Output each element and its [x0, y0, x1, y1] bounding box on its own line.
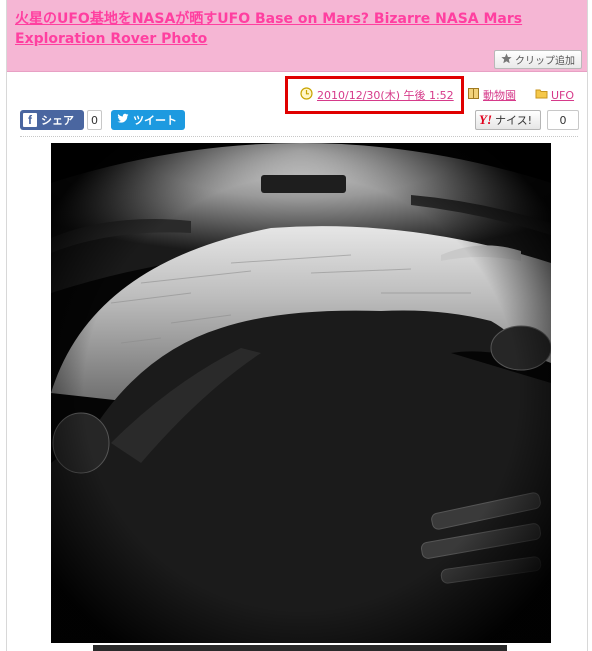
facebook-share-label: シェア	[41, 114, 74, 127]
folder-icon	[535, 87, 548, 103]
facebook-share-count: 0	[87, 110, 102, 130]
share-bar: f シェア 0 ツイート Y! ナイス! 0	[7, 110, 587, 132]
twitter-bird-icon	[117, 113, 129, 127]
divider	[20, 136, 578, 137]
category-link-ufo[interactable]: UFO	[551, 89, 574, 102]
yahoo-nice-label: ナイス!	[495, 114, 533, 127]
mars-rover-photo[interactable]	[51, 143, 551, 643]
yahoo-nice-count: 0	[547, 110, 579, 130]
blog-article: 火星のUFO基地をNASAが晒すUFO Base on Mars? Bizarr…	[6, 0, 588, 651]
twitter-tweet-button[interactable]: ツイート	[111, 110, 185, 130]
post-date: 2010/12/30(木) 午後 1:52	[300, 87, 454, 103]
star-icon	[501, 52, 512, 67]
facebook-share-button[interactable]: f シェア	[20, 110, 84, 130]
facebook-icon: f	[23, 113, 37, 127]
post-date-link[interactable]: 2010/12/30(木) 午後 1:52	[317, 87, 454, 103]
article-title-link[interactable]: 火星のUFO基地をNASAが晒すUFO Base on Mars? Bizarr…	[15, 9, 580, 49]
twitter-tweet-label: ツイート	[133, 114, 177, 127]
photo-bottom-edge	[93, 645, 507, 651]
category-link-zoo[interactable]: 動物園	[483, 87, 516, 103]
article-meta: 2010/12/30(木) 午後 1:52 動物園 UFO	[7, 76, 587, 114]
clip-add-button[interactable]: クリップ追加	[494, 50, 582, 69]
category-item: 動物園	[467, 87, 516, 103]
article-header: 火星のUFO基地をNASAが晒すUFO Base on Mars? Bizarr…	[7, 0, 587, 72]
category-item: UFO	[535, 87, 574, 103]
clock-icon	[300, 87, 313, 103]
yahoo-nice-button[interactable]: Y! ナイス!	[475, 110, 541, 130]
book-icon	[467, 87, 480, 103]
clip-add-label: クリップ追加	[515, 56, 575, 67]
yahoo-icon: Y!	[479, 112, 492, 127]
